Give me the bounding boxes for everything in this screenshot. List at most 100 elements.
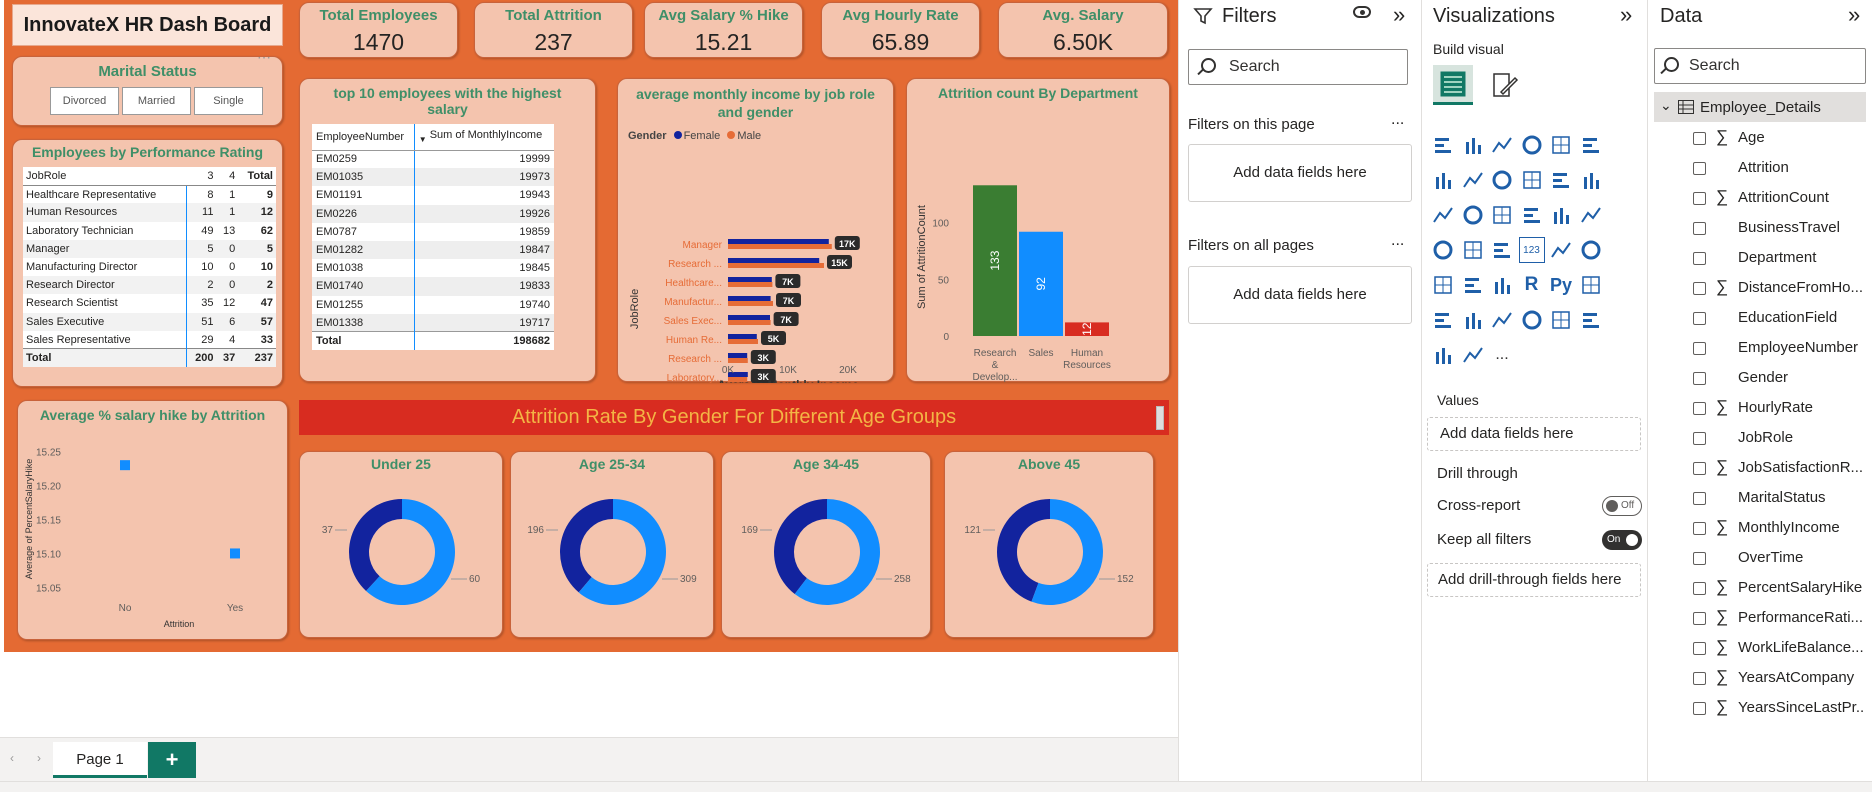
field-checkbox[interactable]	[1693, 432, 1706, 445]
power-automate-icon[interactable]	[1430, 342, 1456, 368]
funnel-icon[interactable]	[1460, 202, 1486, 228]
donut-slice-female[interactable]	[349, 499, 402, 591]
kpi-icon[interactable]	[1578, 237, 1604, 263]
field-checkbox[interactable]	[1693, 372, 1706, 385]
bar-female[interactable]	[728, 296, 771, 301]
paginated-icon[interactable]	[1548, 307, 1574, 333]
100-bar-icon[interactable]	[1548, 132, 1574, 158]
line-clustered-icon[interactable]	[1548, 167, 1574, 193]
bar-female[interactable]	[728, 277, 772, 282]
donut-age-25-34[interactable]: Age 25-34 196 309	[510, 451, 714, 638]
more-options-icon[interactable]: ...	[1391, 111, 1404, 129]
chevron-visual-icon[interactable]	[1460, 342, 1486, 368]
collapse-data-icon[interactable]: »	[1848, 2, 1860, 28]
salary-hike-by-attrition-chart[interactable]: Average % salary hike by Attrition 15.05…	[17, 400, 288, 640]
field-checkbox[interactable]	[1693, 252, 1706, 265]
donut-age-34-45[interactable]: Age 34-45 169 258	[721, 451, 931, 638]
collapse-filters-icon[interactable]: »	[1393, 2, 1405, 28]
bar-female[interactable]	[728, 258, 820, 263]
field-checkbox[interactable]	[1693, 522, 1706, 535]
data-search-input[interactable]: Search	[1654, 48, 1866, 84]
table-icon[interactable]	[1460, 272, 1486, 298]
matrix-col-header[interactable]: 3	[186, 167, 217, 186]
field-item[interactable]: EducationField	[1648, 304, 1868, 334]
slicer-icon[interactable]	[1430, 272, 1456, 298]
python-visual-icon[interactable]: Py	[1548, 272, 1574, 298]
area-chart-icon[interactable]	[1460, 167, 1486, 193]
card-icon[interactable]: 123	[1518, 237, 1545, 263]
donut-slice-female[interactable]	[560, 499, 613, 593]
slicer-option-single[interactable]: Single	[194, 87, 263, 115]
qa-icon[interactable]	[1460, 307, 1486, 333]
bar-male[interactable]	[728, 301, 773, 306]
field-item[interactable]: JobRole	[1648, 424, 1868, 454]
power-apps-icon[interactable]	[1578, 307, 1604, 333]
narrative-icon[interactable]	[1489, 307, 1515, 333]
stacked-column-icon[interactable]	[1460, 132, 1486, 158]
kpi-avg-salary[interactable]: Avg. Salary 6.50K	[998, 2, 1168, 58]
matrix-col-header[interactable]: JobRole	[23, 167, 187, 186]
field-item[interactable]: ∑ DistanceFromHo...	[1648, 274, 1868, 304]
gauge-icon[interactable]	[1489, 237, 1515, 263]
table-node[interactable]: ⌄ Employee_Details	[1654, 92, 1866, 122]
field-item[interactable]: BusinessTravel	[1648, 214, 1868, 244]
bar-male[interactable]	[728, 339, 758, 344]
field-checkbox[interactable]	[1693, 702, 1706, 715]
bar-male[interactable]	[728, 320, 771, 325]
field-item[interactable]: Department	[1648, 244, 1868, 274]
filled-map-icon[interactable]	[1460, 237, 1486, 263]
donut-above-45[interactable]: Above 45 121 152	[944, 451, 1154, 638]
eye-icon[interactable]	[1353, 6, 1371, 18]
field-checkbox[interactable]	[1693, 612, 1706, 625]
attrition-by-department-chart[interactable]: Attrition count By Department 0 50 100 Sum …	[906, 78, 1170, 383]
field-item[interactable]: ∑ YearsSinceLastPr...	[1648, 694, 1868, 724]
field-checkbox[interactable]	[1693, 192, 1706, 205]
scatter-point[interactable]	[120, 460, 130, 471]
filters-search-input[interactable]: Search	[1188, 49, 1408, 85]
income-by-jobrole-chart[interactable]: average monthly income by job role and g…	[617, 78, 894, 383]
build-visual-tab[interactable]	[1433, 65, 1473, 105]
ribbon-icon[interactable]	[1578, 167, 1604, 193]
field-item[interactable]: EmployeeNumber	[1648, 334, 1868, 364]
field-item[interactable]: ∑ PerformanceRati...	[1648, 604, 1868, 634]
kpi-avg-salary-hike[interactable]: Avg Salary % Hike 15.21	[644, 2, 803, 58]
field-checkbox[interactable]	[1693, 222, 1706, 235]
bar-female[interactable]	[728, 353, 748, 358]
next-page-icon[interactable]: ›	[37, 751, 41, 765]
field-checkbox[interactable]	[1693, 282, 1706, 295]
field-item[interactable]: ∑ YearsAtCompany	[1648, 664, 1868, 694]
bar-female[interactable]	[728, 315, 770, 320]
col-header-income[interactable]: ▼ Sum of MonthlyIncome	[414, 124, 554, 151]
field-checkbox[interactable]	[1693, 582, 1706, 595]
add-page-button[interactable]: +	[148, 742, 196, 778]
field-item[interactable]: MaritalStatus	[1648, 484, 1868, 514]
metrics-icon[interactable]	[1519, 307, 1545, 333]
line-column-icon[interactable]	[1519, 167, 1545, 193]
prev-page-icon[interactable]: ‹	[10, 751, 14, 765]
slicer-option-married[interactable]: Married	[122, 87, 191, 115]
cross-report-toggle[interactable]: Off	[1602, 496, 1642, 516]
field-checkbox[interactable]	[1693, 312, 1706, 325]
more-options-icon[interactable]: ...	[1391, 232, 1404, 250]
treemap-icon[interactable]	[1578, 202, 1604, 228]
matrix-col-header[interactable]: 4	[216, 167, 239, 186]
field-item[interactable]: ∑ Age	[1648, 124, 1868, 154]
field-item[interactable]: Attrition	[1648, 154, 1868, 184]
col-header-employee[interactable]: EmployeeNumber	[312, 124, 415, 151]
field-item[interactable]: Gender	[1648, 364, 1868, 394]
field-item[interactable]: ∑ PercentSalaryHike	[1648, 574, 1868, 604]
bar-male[interactable]	[728, 263, 824, 268]
field-checkbox[interactable]	[1693, 462, 1706, 475]
donut-under-25[interactable]: Under 25 37 60	[299, 451, 503, 638]
kpi-total-employees[interactable]: Total Employees 1470	[299, 2, 458, 58]
bar-female[interactable]	[728, 334, 757, 339]
values-well[interactable]: Add data fields here	[1427, 417, 1641, 451]
key-influencers-icon[interactable]	[1578, 272, 1604, 298]
field-checkbox[interactable]	[1693, 402, 1706, 415]
more-visuals-icon[interactable]: ...	[1489, 342, 1515, 368]
collapse-visualizations-icon[interactable]: »	[1620, 2, 1632, 28]
clustered-column-icon[interactable]	[1519, 132, 1545, 158]
field-item[interactable]: ∑ WorkLifeBalance...	[1648, 634, 1868, 664]
slicer-more-icon[interactable]: ⋯	[257, 49, 271, 66]
pie-icon[interactable]	[1519, 202, 1545, 228]
